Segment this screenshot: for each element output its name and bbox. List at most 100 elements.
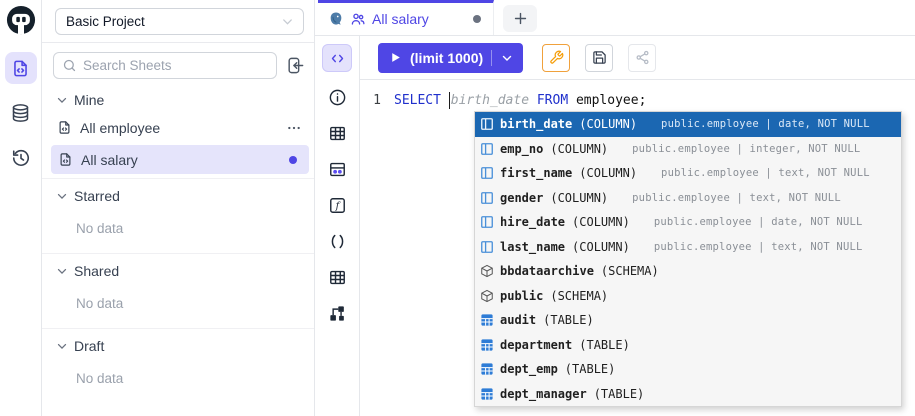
info-icon xyxy=(328,88,347,107)
autocomplete-popup: birth_date (COLUMN) public.employee | da… xyxy=(474,111,902,407)
section-label: Mine xyxy=(74,92,104,108)
run-query-button[interactable]: (limit 1000) xyxy=(378,43,523,73)
sheet-item-label: All employee xyxy=(80,120,278,136)
panel-info-button[interactable] xyxy=(322,86,352,108)
editor-toolbar: (limit 1000) xyxy=(360,36,915,80)
autocomplete-item[interactable]: gender (COLUMN) public.employee | text, … xyxy=(475,186,901,211)
section-starred[interactable]: Starred xyxy=(42,179,314,209)
table-icon xyxy=(480,362,494,376)
sql-keyword: SELECT xyxy=(394,93,441,108)
ghost-completion-text: birth_date xyxy=(451,93,529,108)
panel-code-button[interactable] xyxy=(322,44,352,72)
search-row xyxy=(42,43,314,83)
schema-icon xyxy=(480,264,494,278)
section-shared[interactable]: Shared xyxy=(42,254,314,284)
admin-wrench-button[interactable] xyxy=(542,44,570,72)
chevron-down-icon xyxy=(55,339,69,353)
autocomplete-item[interactable]: dept_manager (TABLE) xyxy=(475,382,901,407)
search-input[interactable] xyxy=(83,58,268,73)
sql-keyword: FROM xyxy=(537,93,568,108)
history-icon xyxy=(11,148,31,168)
section-label: Draft xyxy=(74,338,104,354)
search-icon xyxy=(62,58,77,73)
section-label: Shared xyxy=(74,263,119,279)
wrench-icon xyxy=(549,50,564,65)
autocomplete-item[interactable]: birth_date (COLUMN) public.employee | da… xyxy=(475,112,901,137)
ellipsis-icon[interactable] xyxy=(286,120,302,136)
app-rail xyxy=(0,0,42,416)
project-select[interactable]: Basic Project xyxy=(55,8,304,35)
panel-functions-button[interactable]: f xyxy=(322,194,352,216)
tab-label: All salary xyxy=(372,11,467,27)
autocomplete-item[interactable]: department (TABLE) xyxy=(475,333,901,358)
project-row: Basic Project xyxy=(42,0,314,43)
chevron-down-icon xyxy=(280,14,295,29)
panel-masked-data-button[interactable] xyxy=(322,158,352,180)
empty-state: No data xyxy=(42,209,314,249)
table-icon xyxy=(328,124,347,143)
divider xyxy=(491,50,492,66)
import-panel-icon[interactable] xyxy=(286,56,305,75)
schema-icon xyxy=(480,289,494,303)
chevron-down-icon xyxy=(55,189,69,203)
tab-bar: All salary xyxy=(315,0,915,36)
add-tab-button[interactable] xyxy=(503,5,537,32)
chevron-down-icon xyxy=(55,264,69,278)
section-mine[interactable]: Mine xyxy=(42,83,314,113)
column-icon xyxy=(480,215,494,229)
chevron-down-icon xyxy=(500,51,514,65)
run-button-label: (limit 1000) xyxy=(410,50,483,66)
autocomplete-item[interactable]: bbdataarchive (SCHEMA) xyxy=(475,259,901,284)
autocomplete-item[interactable]: hire_date (COLUMN) public.employee | dat… xyxy=(475,210,901,235)
panel-tables-button[interactable] xyxy=(322,122,352,144)
autocomplete-item[interactable]: public (SCHEMA) xyxy=(475,284,901,309)
save-icon xyxy=(592,50,607,65)
rail-history-button[interactable] xyxy=(5,142,37,174)
column-icon xyxy=(480,117,494,131)
share-button[interactable] xyxy=(628,44,656,72)
save-button[interactable] xyxy=(585,44,613,72)
schema-diagram-icon xyxy=(328,304,347,323)
panel-views-button[interactable] xyxy=(322,266,352,288)
sheet-icon xyxy=(57,120,72,135)
tab-all-salary[interactable]: All salary xyxy=(318,0,494,35)
column-icon xyxy=(480,191,494,205)
sql-editor[interactable]: 1 SELECT birth_date FROM employee; birth… xyxy=(360,80,915,416)
postgres-icon xyxy=(328,11,344,27)
column-icon xyxy=(480,166,494,180)
table-icon xyxy=(480,387,494,401)
table-grid-icon xyxy=(328,268,347,287)
autocomplete-item[interactable]: emp_no (COLUMN) public.employee | intege… xyxy=(475,137,901,162)
autocomplete-item[interactable]: dept_emp (TABLE) xyxy=(475,357,901,382)
sheet-item-all-salary[interactable]: All salary xyxy=(51,145,309,174)
empty-state: No data xyxy=(42,284,314,324)
section-label: Starred xyxy=(74,188,120,204)
rail-databases-button[interactable] xyxy=(5,97,37,129)
rail-worksheets-button[interactable] xyxy=(5,52,37,84)
code-icon xyxy=(329,51,346,66)
svg-text:f: f xyxy=(334,201,341,212)
share-icon xyxy=(635,50,650,65)
autocomplete-item[interactable]: first_name (COLUMN) public.employee | te… xyxy=(475,161,901,186)
sql-text: employee; xyxy=(576,93,646,108)
autocomplete-item[interactable]: last_name (COLUMN) public.employee | tex… xyxy=(475,235,901,260)
panel-brackets-button[interactable] xyxy=(322,230,352,252)
section-draft[interactable]: Draft xyxy=(42,329,314,359)
code-line: 1 SELECT birth_date FROM employee; xyxy=(360,90,915,111)
unsaved-dot xyxy=(289,156,297,164)
search-box xyxy=(53,52,277,79)
editor-column: (limit 1000) xyxy=(360,36,915,416)
panel-schema-diagram-button[interactable] xyxy=(322,302,352,324)
table-icon xyxy=(480,313,494,327)
parentheses-icon xyxy=(328,232,347,251)
autocomplete-item[interactable]: audit (TABLE) xyxy=(475,308,901,333)
line-number: 1 xyxy=(360,93,394,108)
sheet-sidebar: Basic Project Mine All employee xyxy=(42,0,315,416)
sheet-item-all-employee[interactable]: All employee xyxy=(42,113,314,142)
empty-state: No data xyxy=(42,359,314,399)
sheet-code-icon xyxy=(11,59,30,78)
bytebase-logo xyxy=(6,5,36,35)
column-icon xyxy=(480,142,494,156)
editor-side-toolbar: f xyxy=(315,36,360,416)
play-icon xyxy=(389,51,402,64)
